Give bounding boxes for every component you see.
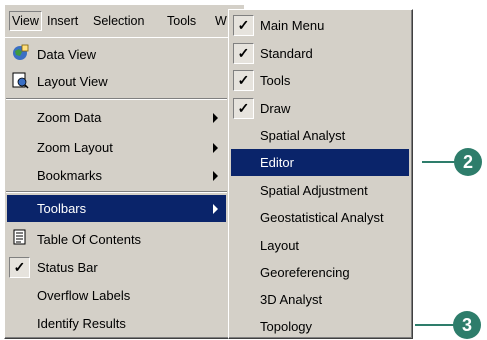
view-menu: Data View Layout View Zoom Data Zoom Lay… — [4, 37, 230, 339]
toolbar-item-geostatistical-analyst[interactable]: Geostatistical Analyst — [231, 204, 409, 231]
checkmark-icon: ✓ — [233, 70, 254, 91]
submenu-arrow-icon — [213, 171, 218, 181]
menu-item-status-bar[interactable]: ✓ Status Bar — [7, 254, 226, 281]
toolbar-item-topology[interactable]: Topology — [231, 313, 409, 340]
table-of-contents-icon — [9, 229, 30, 250]
menu-view[interactable]: View — [9, 11, 42, 31]
menu-item-layout-view[interactable]: Layout View — [7, 68, 226, 95]
menu-item-identify-results[interactable]: Identify Results — [7, 310, 226, 337]
submenu-arrow-icon — [213, 204, 218, 214]
layout-view-icon — [9, 71, 30, 92]
callout-leader-line — [415, 324, 455, 326]
toolbar-item-main-menu[interactable]: ✓ Main Menu — [231, 12, 409, 39]
checkmark-icon: ✓ — [233, 15, 254, 36]
toolbars-submenu: ✓ Main Menu ✓ Standard ✓ Tools ✓ Draw Sp… — [228, 9, 413, 339]
toolbar-item-layout[interactable]: Layout — [231, 232, 409, 259]
menu-item-overflow-labels[interactable]: Overflow Labels — [7, 282, 226, 309]
menu-separator — [6, 191, 227, 193]
toolbar-item-editor[interactable]: Editor — [231, 149, 409, 176]
menu-tools[interactable]: Tools — [165, 12, 198, 30]
checkmark-icon: ✓ — [233, 98, 254, 119]
menu-item-data-view[interactable]: Data View — [7, 41, 226, 68]
menu-item-table-of-contents[interactable]: Table Of Contents — [7, 226, 226, 253]
menu-separator — [6, 98, 227, 100]
menu-item-zoom-layout[interactable]: Zoom Layout — [7, 134, 226, 161]
toolbar-item-standard[interactable]: ✓ Standard — [231, 40, 409, 67]
menu-selection[interactable]: Selection — [91, 12, 146, 30]
menu-insert[interactable]: Insert — [45, 12, 80, 30]
toolbar-item-spatial-analyst[interactable]: Spatial Analyst — [231, 122, 409, 149]
toolbar-item-draw[interactable]: ✓ Draw — [231, 95, 409, 122]
checkmark-icon: ✓ — [9, 257, 30, 278]
submenu-arrow-icon — [213, 113, 218, 123]
callout-leader-line — [422, 161, 456, 163]
checkmark-icon: ✓ — [233, 43, 254, 64]
menu-window[interactable]: W — [213, 12, 229, 30]
toolbar-item-3d-analyst[interactable]: 3D Analyst — [231, 286, 409, 313]
toolbar-item-spatial-adjustment[interactable]: Spatial Adjustment — [231, 177, 409, 204]
data-view-icon — [9, 44, 30, 65]
toolbar-item-tools[interactable]: ✓ Tools — [231, 67, 409, 94]
menu-bar: View Insert Selection Tools W — [4, 4, 244, 37]
menu-item-zoom-data[interactable]: Zoom Data — [7, 104, 226, 131]
menu-item-bookmarks[interactable]: Bookmarks — [7, 162, 226, 189]
callout-badge-2: 2 — [454, 148, 482, 176]
submenu-arrow-icon — [213, 143, 218, 153]
toolbar-item-georeferencing[interactable]: Georeferencing — [231, 259, 409, 286]
callout-badge-3: 3 — [453, 311, 481, 339]
menu-item-toolbars[interactable]: Toolbars — [7, 195, 226, 222]
